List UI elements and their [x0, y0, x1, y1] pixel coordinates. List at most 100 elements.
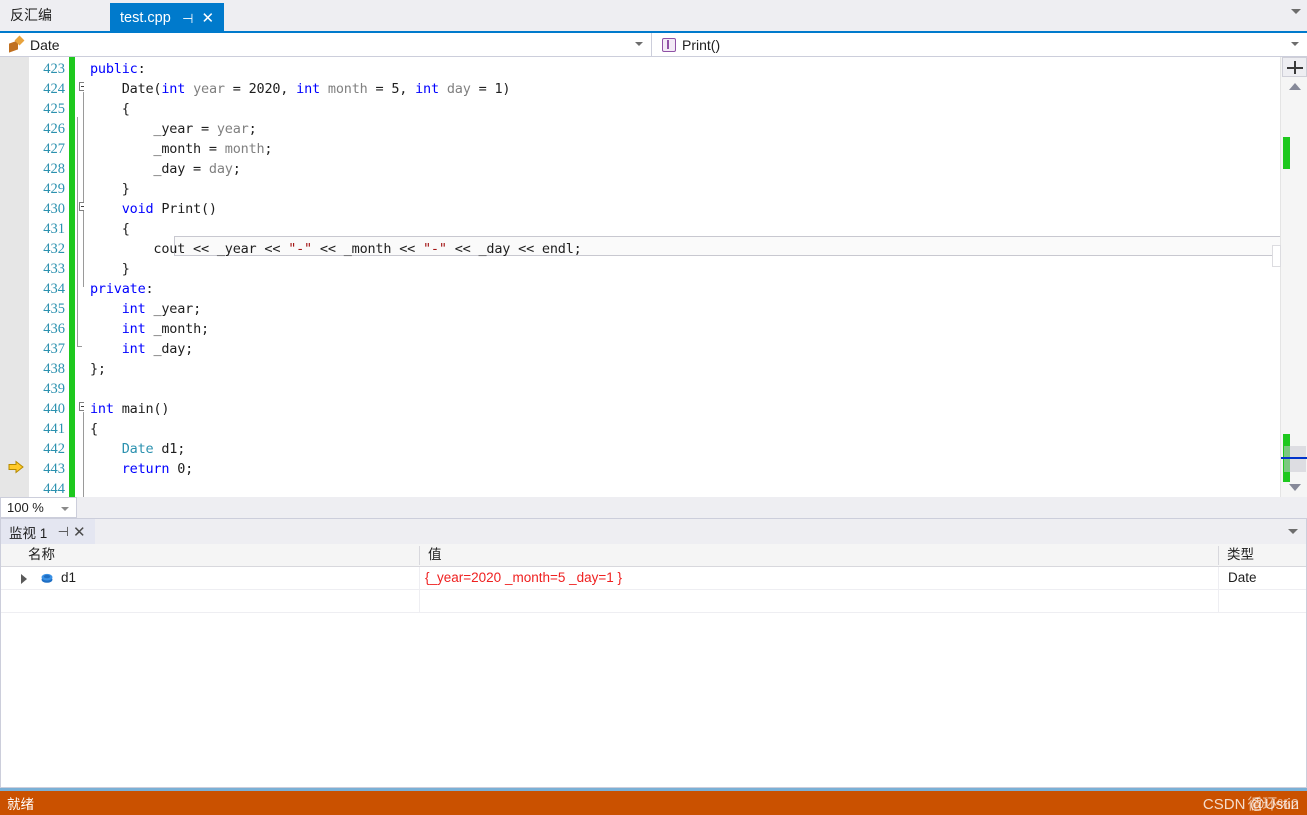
line-number: 444	[43, 481, 65, 497]
code-token: day	[208, 161, 233, 177]
expand-arrow-icon[interactable]	[21, 574, 27, 584]
line-number: 441	[43, 421, 65, 437]
code-line[interactable]: cout << _year << "-" << _month << "-" <<…	[90, 239, 581, 259]
chevron-down-icon[interactable]	[1288, 529, 1298, 534]
editor-status-strip: 100 %	[0, 497, 1307, 518]
code-line[interactable]: int _year;	[90, 299, 201, 319]
object-icon	[41, 573, 53, 583]
code-token: {	[90, 101, 130, 117]
editor-splitter-handle[interactable]	[1282, 57, 1307, 77]
code-line[interactable]: Date d1;	[90, 439, 186, 459]
code-token: void	[121, 201, 154, 217]
code-token: Date(	[90, 81, 162, 97]
code-line[interactable]: };	[90, 359, 106, 379]
watch-row-value[interactable]: {_year=2020 _month=5 _day=1 }	[425, 567, 622, 589]
cell-divider	[419, 590, 420, 613]
code-token: _day =	[90, 161, 209, 177]
execution-pointer-icon	[8, 460, 24, 474]
code-token: month	[327, 81, 368, 97]
cell-divider	[419, 567, 420, 590]
code-line[interactable]: private:	[90, 279, 154, 299]
watch-tab[interactable]: 监视 1 ⊣ ✕	[1, 519, 96, 544]
tab-disassembly[interactable]: 反汇编	[0, 0, 66, 31]
member-dropdown[interactable]: Print()	[652, 33, 1307, 56]
column-header-value[interactable]: 值	[419, 544, 1218, 566]
column-header-type[interactable]: 类型	[1218, 544, 1306, 566]
scroll-down-arrow-icon[interactable]	[1289, 484, 1301, 491]
code-line[interactable]: {	[90, 419, 98, 439]
code-editor[interactable]: 423 424 425 426 427 428 429 430 431 432 433 434 435 4…	[0, 57, 1307, 497]
line-number: 430	[43, 201, 65, 217]
code-token: public	[90, 61, 138, 77]
editor-tab-strip: 反汇编 test.cpp ⊣ ✕	[0, 0, 1307, 33]
scroll-up-arrow-icon[interactable]	[1289, 83, 1301, 90]
code-token: main()	[113, 401, 170, 417]
line-number: 423	[43, 61, 65, 77]
code-token: = 1)	[470, 81, 511, 97]
scrollbar-thumb[interactable]	[1284, 446, 1306, 472]
line-number: 436	[43, 321, 65, 337]
table-row[interactable]: d1 {_year=2020 _month=5 _day=1 } Date	[1, 567, 1306, 590]
watch-row-name: d1	[61, 570, 77, 585]
code-line[interactable]: {	[90, 219, 130, 239]
class-icon	[8, 36, 25, 53]
watch-window-titlebar: 监视 1 ⊣ ✕	[1, 519, 1306, 544]
line-number: 435	[43, 301, 65, 317]
code-token: int	[415, 81, 439, 97]
code-text-area[interactable]: public: Date(int year = 2020, int month …	[84, 57, 1307, 497]
tab-test-cpp[interactable]: test.cpp ⊣ ✕	[110, 3, 224, 33]
breakpoint-margin[interactable]	[0, 57, 29, 497]
code-token: _month;	[145, 321, 209, 337]
pin-icon[interactable]: ⊣	[55, 524, 71, 540]
code-token: Date	[121, 441, 154, 457]
line-number: 439	[43, 381, 65, 397]
code-token: };	[90, 361, 106, 377]
zoom-level-value: 100 %	[7, 500, 44, 515]
line-number: 433	[43, 261, 65, 277]
code-line[interactable]: _month = month;	[90, 139, 272, 159]
code-line[interactable]: }	[90, 259, 130, 279]
line-number: 440	[43, 401, 65, 417]
code-token: :	[145, 281, 154, 297]
code-line[interactable]: return 0;	[90, 459, 194, 479]
code-line[interactable]: _year = year;	[90, 119, 256, 139]
code-token: {	[90, 421, 98, 437]
class-dropdown[interactable]: Date	[0, 33, 652, 56]
code-token: int	[121, 321, 146, 337]
close-icon[interactable]: ✕	[200, 11, 216, 26]
code-token: day	[446, 81, 471, 97]
status-bar: 就绪 CSDN @Ustin 循环%2	[0, 788, 1307, 815]
code-token: int	[121, 341, 146, 357]
code-line[interactable]: _day = day;	[90, 159, 240, 179]
code-line[interactable]: public:	[90, 59, 146, 79]
watch-empty-row[interactable]	[1, 590, 1306, 613]
close-icon[interactable]: ✕	[71, 523, 87, 541]
chevron-down-icon[interactable]	[635, 42, 643, 46]
zoom-level-dropdown[interactable]: 100 %	[0, 497, 77, 518]
chevron-down-icon[interactable]	[1291, 42, 1299, 46]
pin-icon[interactable]: ⊣	[180, 12, 196, 25]
column-header-name[interactable]: 名称	[19, 544, 419, 566]
chevron-down-icon[interactable]	[61, 507, 69, 511]
code-line[interactable]: int _day;	[90, 339, 194, 359]
line-number: 429	[43, 181, 65, 197]
code-line[interactable]: void Print()	[90, 199, 217, 219]
code-line[interactable]: int _month;	[90, 319, 209, 339]
editor-vertical-scrollbar[interactable]	[1272, 57, 1307, 497]
code-token: year	[193, 81, 225, 97]
code-token: d1;	[153, 441, 186, 457]
line-number: 427	[43, 141, 65, 157]
code-line[interactable]: {	[90, 99, 130, 119]
code-line[interactable]: }	[90, 179, 130, 199]
chevron-down-icon[interactable]	[1291, 9, 1301, 14]
class-dropdown-value: Date	[30, 36, 60, 53]
code-line[interactable]: Date(int year = 2020, int month = 5, int…	[90, 79, 511, 99]
line-number: 432	[43, 241, 65, 257]
code-line[interactable]: int main()	[90, 399, 169, 419]
